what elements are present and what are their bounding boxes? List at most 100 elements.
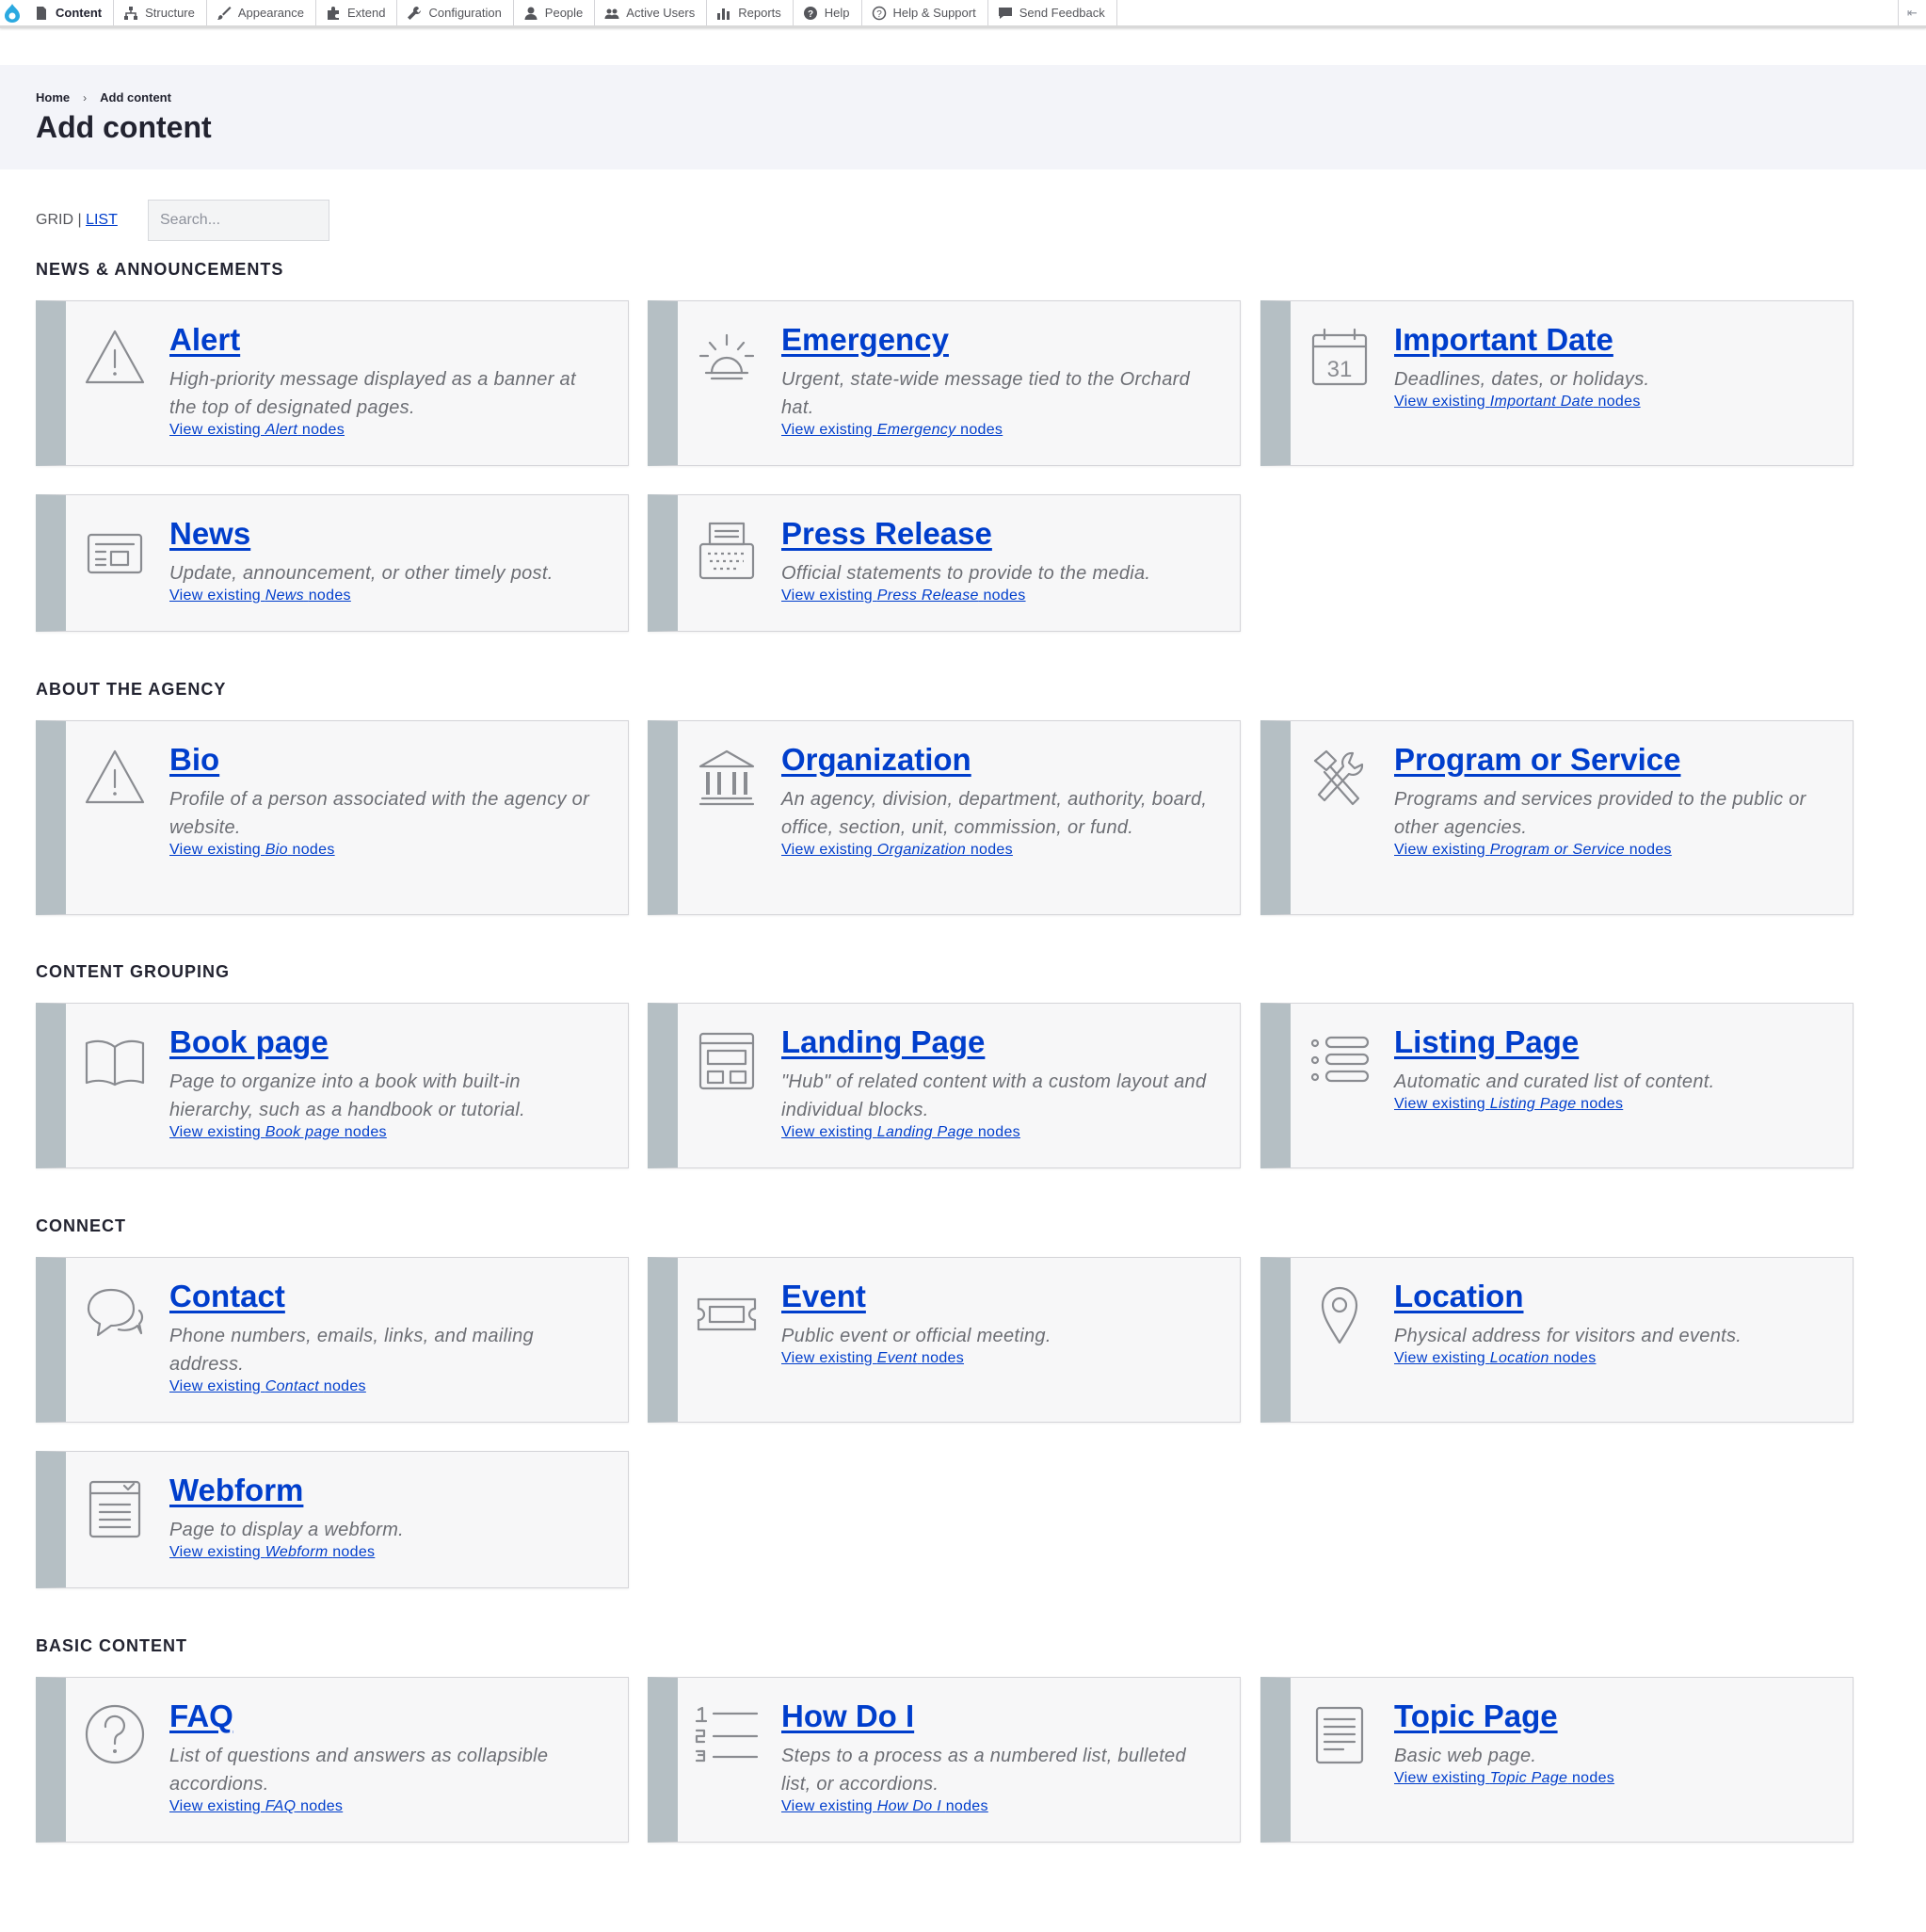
toolbar-send-feedback[interactable]: Send Feedback bbox=[988, 0, 1117, 25]
view-existing-nodes-link[interactable]: View existing Landing Page nodes bbox=[781, 1124, 1020, 1141]
card-description: Public event or official meeting. bbox=[781, 1326, 1051, 1346]
link-type-name: Organization bbox=[876, 842, 967, 858]
toolbar-reports[interactable]: Reports bbox=[707, 0, 794, 25]
content-type-card-topic-page[interactable]: Topic Page Basic web page. View existing… bbox=[1260, 1677, 1854, 1843]
card-title-link[interactable]: Book page bbox=[169, 1024, 329, 1060]
content-type-card-webform[interactable]: Webform Page to display a webform. View … bbox=[36, 1451, 629, 1588]
view-existing-nodes-link[interactable]: View existing Topic Page nodes bbox=[1394, 1770, 1614, 1787]
card-title-link[interactable]: FAQ bbox=[169, 1699, 233, 1734]
link-type-name: Program or Service bbox=[1489, 842, 1625, 858]
content-type-card-faq[interactable]: FAQ List of questions and answers as col… bbox=[36, 1677, 629, 1843]
drupal-logo-icon[interactable] bbox=[0, 0, 24, 25]
toolbar-content[interactable]: Content bbox=[24, 0, 115, 25]
toolbar-content-label: Content bbox=[56, 6, 103, 20]
breadcrumb-current[interactable]: Add content bbox=[100, 90, 171, 105]
view-existing-nodes-link[interactable]: View existing Event nodes bbox=[781, 1350, 964, 1367]
content-type-card-event[interactable]: Event Public event or official meeting. … bbox=[648, 1257, 1241, 1423]
link-type-name: News bbox=[265, 588, 304, 604]
toolbar-structure[interactable]: Structure bbox=[114, 0, 207, 25]
view-existing-nodes-link[interactable]: View existing Webform nodes bbox=[169, 1544, 375, 1561]
toolbar-configuration[interactable]: Configuration bbox=[397, 0, 514, 25]
link-suffix: nodes bbox=[332, 1544, 376, 1560]
link-prefix: View existing bbox=[169, 842, 261, 858]
content-type-card-landing-page[interactable]: Landing Page "Hub" of related content wi… bbox=[648, 1003, 1241, 1168]
view-existing-nodes-link[interactable]: View existing Press Release nodes bbox=[781, 588, 1026, 604]
toolbar-people[interactable]: People bbox=[514, 0, 596, 25]
view-existing-nodes-link[interactable]: View existing Book page nodes bbox=[169, 1124, 387, 1141]
content-type-card-news[interactable]: News Update, announcement, or other time… bbox=[36, 494, 629, 632]
card-title-link[interactable]: Emergency bbox=[781, 322, 949, 358]
view-existing-nodes-link[interactable]: View existing Listing Page nodes bbox=[1394, 1096, 1623, 1113]
card-title-link[interactable]: How Do I bbox=[781, 1699, 914, 1734]
content-type-card-location[interactable]: Location Physical address for visitors a… bbox=[1260, 1257, 1854, 1423]
form-icon bbox=[81, 1474, 149, 1542]
card-title-link[interactable]: Bio bbox=[169, 742, 219, 778]
view-existing-nodes-link[interactable]: View existing News nodes bbox=[169, 588, 351, 604]
link-type-name: Bio bbox=[265, 842, 288, 858]
content-type-card-program-or-service[interactable]: Program or Service Programs and services… bbox=[1260, 720, 1854, 915]
wrench-icon bbox=[408, 6, 422, 20]
toolbar-active-users-label: Active Users bbox=[626, 6, 696, 20]
list-view-link[interactable]: LIST bbox=[86, 212, 118, 228]
toolbar-help[interactable]: ? Help bbox=[794, 0, 862, 25]
view-existing-nodes-link[interactable]: View existing Emergency nodes bbox=[781, 422, 1003, 439]
toolbar-structure-label: Structure bbox=[145, 6, 195, 20]
svg-text:31: 31 bbox=[1327, 357, 1353, 382]
section-title-news: NEWS & ANNOUNCEMENTS bbox=[36, 260, 284, 279]
section-title-basic-content: BASIC CONTENT bbox=[36, 1636, 187, 1655]
content-type-card-organization[interactable]: Organization An agency, division, depart… bbox=[648, 720, 1241, 915]
view-existing-nodes-link[interactable]: View existing Important Date nodes bbox=[1394, 394, 1641, 411]
content-type-card-book-page[interactable]: Book page Page to organize into a book w… bbox=[36, 1003, 629, 1168]
link-prefix: View existing bbox=[169, 588, 261, 604]
card-title-link[interactable]: Organization bbox=[781, 742, 971, 778]
view-existing-nodes-link[interactable]: View existing How Do I nodes bbox=[781, 1798, 988, 1815]
link-suffix: nodes bbox=[1597, 394, 1641, 410]
card-description: "Hub" of related content with a custom l… bbox=[781, 1071, 1207, 1120]
card-title-link[interactable]: Press Release bbox=[781, 516, 992, 552]
link-prefix: View existing bbox=[781, 842, 873, 858]
content-type-card-alert[interactable]: Alert High-priority message displayed as… bbox=[36, 300, 629, 466]
toolbar-appearance-label: Appearance bbox=[237, 6, 304, 20]
view-toggle: GRID | LIST bbox=[36, 212, 118, 229]
card-title-link[interactable]: Alert bbox=[169, 322, 240, 358]
view-existing-nodes-link[interactable]: View existing Bio nodes bbox=[169, 842, 335, 859]
card-title-link[interactable]: Topic Page bbox=[1394, 1699, 1558, 1734]
toolbar-extend[interactable]: Extend bbox=[316, 0, 398, 25]
view-existing-nodes-link[interactable]: View existing Program or Service nodes bbox=[1394, 842, 1672, 859]
content-type-card-how-do-i[interactable]: How Do I Steps to a process as a numbere… bbox=[648, 1677, 1241, 1843]
link-suffix: nodes bbox=[921, 1350, 965, 1366]
view-existing-nodes-link[interactable]: View existing Organization nodes bbox=[781, 842, 1013, 859]
toolbar-orientation-toggle[interactable]: ⇤ bbox=[1898, 0, 1926, 25]
card-title-link[interactable]: Listing Page bbox=[1394, 1024, 1579, 1060]
warning-icon bbox=[81, 324, 149, 392]
search-input[interactable] bbox=[148, 200, 329, 241]
card-title-link[interactable]: Landing Page bbox=[781, 1024, 985, 1060]
card-title-link[interactable]: Important Date bbox=[1394, 322, 1613, 358]
content-type-card-press-release[interactable]: Press Release Official statements to pro… bbox=[648, 494, 1241, 632]
card-title-link[interactable]: Program or Service bbox=[1394, 742, 1680, 778]
content-type-card-bio[interactable]: Bio Profile of a person associated with … bbox=[36, 720, 629, 915]
link-suffix: nodes bbox=[977, 1124, 1020, 1140]
paintbrush-icon bbox=[217, 6, 232, 20]
link-prefix: View existing bbox=[781, 422, 873, 438]
card-title-link[interactable]: Contact bbox=[169, 1279, 285, 1314]
content-type-card-contact[interactable]: Contact Phone numbers, emails, links, an… bbox=[36, 1257, 629, 1423]
view-existing-nodes-link[interactable]: View existing Alert nodes bbox=[169, 422, 345, 439]
view-existing-nodes-link[interactable]: View existing Location nodes bbox=[1394, 1350, 1597, 1367]
toolbar-appearance[interactable]: Appearance bbox=[207, 0, 316, 25]
card-title-link[interactable]: Event bbox=[781, 1279, 866, 1314]
breadcrumb-home[interactable]: Home bbox=[36, 90, 70, 105]
view-existing-nodes-link[interactable]: View existing Contact nodes bbox=[169, 1378, 366, 1395]
content-type-card-important-date[interactable]: 31 Important Date Deadlines, dates, or h… bbox=[1260, 300, 1854, 466]
toolbar-active-users[interactable]: Active Users bbox=[595, 0, 708, 25]
view-existing-nodes-link[interactable]: View existing FAQ nodes bbox=[169, 1798, 343, 1815]
link-prefix: View existing bbox=[1394, 842, 1485, 858]
card-title-link[interactable]: News bbox=[169, 516, 250, 552]
card-description: High-priority message displayed as a ban… bbox=[169, 369, 576, 418]
toolbar-help-support[interactable]: ? Help & Support bbox=[862, 0, 988, 25]
content-type-card-emergency[interactable]: Emergency Urgent, state-wide message tie… bbox=[648, 300, 1241, 466]
card-title-link[interactable]: Webform bbox=[169, 1473, 303, 1508]
content-type-card-listing-page[interactable]: Listing Page Automatic and curated list … bbox=[1260, 1003, 1854, 1168]
card-title-link[interactable]: Location bbox=[1394, 1279, 1524, 1314]
link-type-name: Topic Page bbox=[1489, 1770, 1568, 1786]
